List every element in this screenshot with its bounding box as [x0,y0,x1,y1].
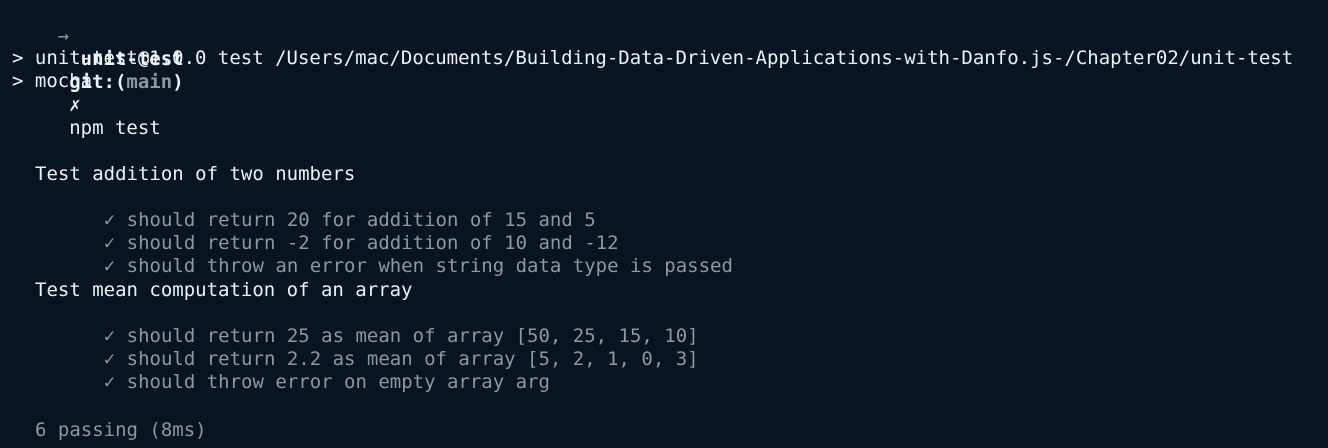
check-icon: ✓ [103,371,116,393]
check-icon: ✓ [103,255,116,277]
npm-script-line: > unit-test@1.0.0 test /Users/mac/Docume… [12,47,1294,69]
test-result: ✓ should throw error on empty array arg [58,348,550,393]
test-result: ✓ should return -2 for addition of 10 an… [58,209,619,254]
test-result: ✓ should return 25 as mean of array [50,… [58,302,699,347]
test-result: ✓ should return 20 for addition of 15 an… [58,186,596,231]
git-branch: main [126,71,173,93]
test-name: should throw error on empty array arg [126,371,550,393]
mocha-line: > mocha [12,70,93,92]
test-name: should throw an error when string data t… [126,255,733,277]
test-result: ✓ should return 2.2 as mean of array [5,… [58,325,699,370]
terminal-window[interactable]: → unit-test git:(main) ✗ npm test > unit… [0,0,1328,448]
prompt-arrow-icon: → [57,25,70,47]
git-dirty-icon: ✗ [69,94,81,116]
command-text: npm test [69,117,161,139]
test-result: ✓ should throw an error when string data… [58,232,733,277]
suite-title: Test mean computation of an array [35,279,413,301]
suite-title: Test addition of two numbers [35,163,356,185]
git-suffix: ) [172,71,184,93]
prompt-line: → unit-test git:(main) ✗ npm test [12,2,184,139]
passing-summary: 6 passing (8ms) [35,419,207,441]
